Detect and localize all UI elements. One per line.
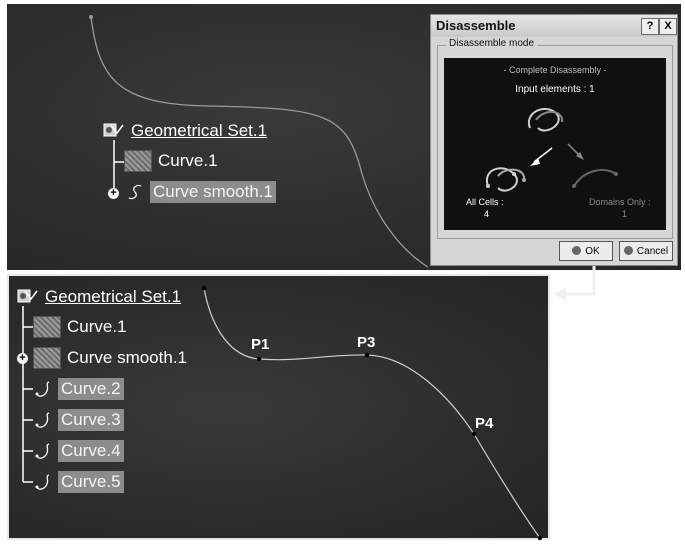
close-button[interactable]: X <box>659 18 677 35</box>
ok-label: OK <box>585 246 600 257</box>
top-tree-item-curve1[interactable]: Curve.1 <box>124 150 221 172</box>
point-label-p1: P1 <box>251 336 270 353</box>
point-label-p4: P4 <box>475 415 494 432</box>
bottom-tree-item-label: Curve.5 <box>58 471 124 493</box>
result-arrow-icon <box>554 266 596 301</box>
curve-thumbnail-icon <box>124 150 152 172</box>
expand-plus-icon[interactable]: + <box>108 188 119 199</box>
curve-endpoint <box>537 535 543 541</box>
point-p3 <box>364 352 370 358</box>
point-p4 <box>471 431 477 437</box>
bottom-tree-item-label: Curve.1 <box>67 317 127 336</box>
bottom-tree-item-label: Curve.3 <box>58 409 124 431</box>
bottom-tree-root[interactable]: Geometrical Set.1 <box>17 286 184 308</box>
top-tree-lines <box>113 140 124 194</box>
bottom-tree-item-curve3[interactable]: Curve.3 <box>33 409 124 431</box>
domains-only-value: 1 <box>622 209 628 219</box>
ok-button[interactable]: OK <box>559 241 613 261</box>
geometrical-set-icon <box>17 287 39 307</box>
bottom-3d-viewport[interactable]: P1 P3 P4 Geometrical Set.1 Curve.1 + Cur… <box>7 274 550 541</box>
bottom-tree-root-label: Geometrical Set.1 <box>45 287 182 306</box>
all-cells-value: 4 <box>484 209 490 219</box>
bottom-tree-item-label: Curve smooth.1 <box>67 348 187 367</box>
bottom-tree-item-label: Curve.4 <box>58 440 124 462</box>
curve-smooth-icon <box>128 184 142 200</box>
cancel-button[interactable]: Cancel <box>619 241 673 261</box>
top-tree-item-label: Curve smooth.1 <box>150 181 276 203</box>
fieldset-label: Disassemble mode <box>446 38 538 49</box>
bottom-tree-item-label: Curve.2 <box>58 378 124 400</box>
curve-icon <box>35 381 50 397</box>
cancel-icon <box>623 246 633 255</box>
bottom-tree-item-curve5[interactable]: Curve.5 <box>33 471 124 493</box>
top-tree-item-label: Curve.1 <box>158 151 218 170</box>
bottom-tree-item-curve-smooth[interactable]: Curve smooth.1 <box>33 347 190 369</box>
bottom-tree-item-curve4[interactable]: Curve.4 <box>33 440 124 462</box>
bottom-tree-item-curve1[interactable]: Curve.1 <box>33 316 130 338</box>
curve-thumbnail-icon <box>33 347 61 369</box>
curve-thumbnail-icon <box>33 316 61 338</box>
disassemble-preview[interactable]: - Complete Disassembly - Input elements … <box>444 58 666 230</box>
disassemble-mode-group: Disassemble mode - Complete Disassembly … <box>437 38 673 239</box>
point-p1 <box>256 356 262 362</box>
cancel-label: Cancel <box>636 246 669 257</box>
curve-icon <box>35 443 50 459</box>
domains-only-label: Domains Only : <box>589 197 651 207</box>
curve-icon <box>35 474 50 490</box>
curve-icon <box>35 412 50 428</box>
ok-icon <box>572 246 582 255</box>
disassemble-dialog: Disassemble ? X Disassemble mode - Compl… <box>430 14 678 266</box>
all-cells-label: All Cells : <box>466 197 504 207</box>
top-tree-item-curve-smooth[interactable]: Curve smooth.1 <box>125 181 276 203</box>
dialog-title: Disassemble <box>436 18 516 33</box>
expand-plus-icon[interactable]: + <box>17 353 28 364</box>
bottom-tree-item-curve2[interactable]: Curve.2 <box>33 378 124 400</box>
bottom-curve <box>203 287 541 539</box>
help-button[interactable]: ? <box>641 18 659 35</box>
point-label-p3: P3 <box>357 334 376 351</box>
